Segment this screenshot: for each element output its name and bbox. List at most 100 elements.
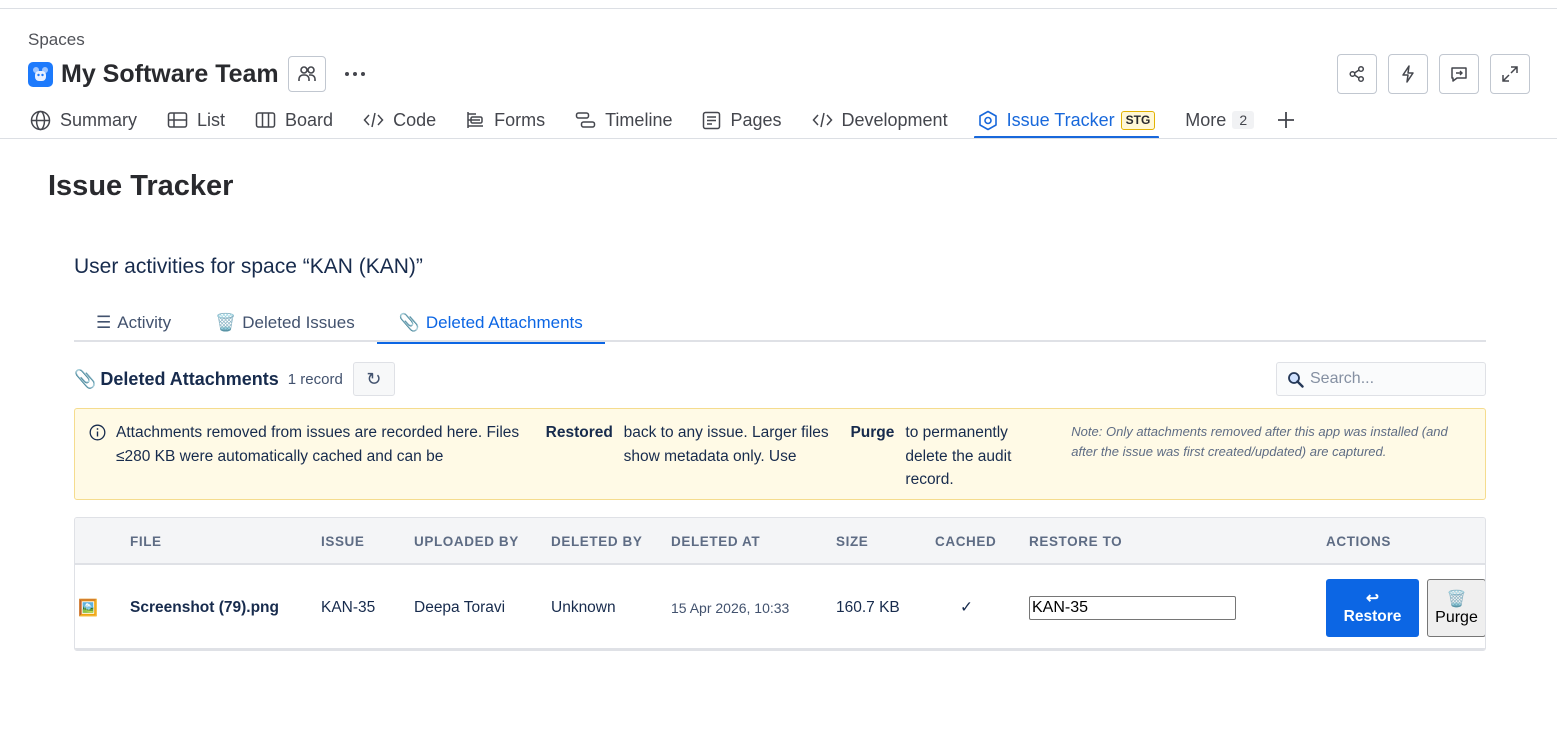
paperclip-icon: 📎 [74,368,97,389]
breadcrumb[interactable]: Spaces [28,30,85,50]
tab-deleted-attachments[interactable]: 📎 Deleted Attachments [376,303,605,344]
space-nav: Summary List Board Code Forms Timeline P… [28,102,1296,139]
section-heading: User activities for space “KAN (KAN)” [74,255,423,278]
uploaded-by: Deepa Toravi [414,598,506,616]
purge-button[interactable]: 🗑️ Purge [1427,578,1485,637]
subtab-label: Deleted Issues [242,312,355,332]
more-actions-button[interactable] [340,59,370,89]
people-icon [297,66,316,81]
pages-icon [703,111,721,129]
tab-label: Summary [60,109,138,130]
attachments-toolbar: 📎 Deleted Attachments 1 record ↻ [74,362,1486,396]
issue-key[interactable]: KAN-35 [321,565,375,650]
refresh-icon: ↻ [366,368,382,389]
list-icon [167,112,188,128]
fullscreen-button[interactable] [1490,54,1530,94]
top-divider [0,8,1557,9]
tab-deleted-issues[interactable]: 🗑️ Deleted Issues [193,303,377,342]
tab-label: List [197,109,226,130]
space-avatar-icon [28,61,53,87]
column-header: FILE [130,534,162,549]
activity-tabs: ☰ Activity 🗑️ Deleted Issues 📎 Deleted A… [74,303,1486,344]
automation-button[interactable] [1388,54,1428,94]
tab-label: More [1185,109,1227,130]
feedback-button[interactable] [1439,54,1479,94]
notice-text: back to any issue. Larger files show met… [623,424,829,465]
tab-board[interactable]: Board [253,102,335,138]
record-count: 1 record [287,370,343,388]
info-icon [89,424,106,441]
purge-label: Purge [1435,608,1478,626]
restore-to-input[interactable] [1029,595,1236,620]
env-badge: STG [1120,110,1156,130]
column-header: DELETED AT [671,534,761,549]
actions-cell: ↩ Restore 🗑️ Purge [1326,565,1485,650]
column-header: RESTORE TO [1029,534,1123,549]
notice-text: Attachments removed from issues are reco… [116,424,520,465]
cached-check-icon: ✓ [960,599,973,616]
forms-icon [467,112,484,128]
image-file-icon: 🖼️ [78,599,98,617]
column-header: DELETED BY [551,534,643,549]
timeline-icon [575,112,596,128]
tab-label: Pages [730,109,782,130]
tab-issue-tracker[interactable]: Issue Tracker STG [973,102,1160,139]
hexagon-icon [978,110,997,130]
tab-label: Board [285,109,334,130]
info-notice: Attachments removed from issues are reco… [74,408,1486,500]
search-icon [1288,371,1304,388]
column-header: ACTIONS [1326,534,1391,549]
table-bottom-border [75,648,1485,650]
tab-forms[interactable]: Forms [464,102,547,138]
code-icon [812,112,833,128]
plus-icon [1278,112,1295,128]
column-header: CACHED [935,534,997,549]
people-button[interactable] [287,56,326,92]
subtab-label: Activity [117,312,172,332]
lightning-icon [1402,65,1414,83]
toolbar-title: 📎 Deleted Attachments [74,369,279,390]
share-button[interactable] [1337,54,1377,94]
share-icon [1349,65,1365,83]
tab-development[interactable]: Development [810,102,950,138]
column-header: ISSUE [321,534,365,549]
tab-label: Issue Tracker [1006,109,1115,130]
notice-restored: Restored [545,424,613,441]
tab-timeline[interactable]: Timeline [573,102,674,138]
tab-activity[interactable]: ☰ Activity [74,303,193,342]
tab-label: Timeline [605,109,673,130]
more-count-badge: 2 [1232,111,1255,129]
board-icon [255,112,276,128]
tab-code[interactable]: Code [361,102,438,138]
notice-note: Note: Only attachments removed after thi… [1071,424,1448,459]
file-size: 160.7 KB [836,598,900,616]
add-tab-button[interactable] [1276,102,1296,138]
search-box[interactable] [1276,362,1486,396]
space-title: My Software Team [61,59,279,88]
globe-icon [30,110,51,130]
menu-icon: ☰ [96,312,112,332]
attachments-table: FILE ISSUE UPLOADED BY DELETED BY DELETE… [74,517,1486,651]
paperclip-icon: 📎 [398,312,420,332]
tab-summary[interactable]: Summary [28,102,139,138]
column-header: SIZE [836,534,869,549]
space-header: My Software Team [28,56,370,92]
restore-button[interactable]: ↩ Restore [1326,578,1419,637]
restore-label: Restore [1343,608,1402,625]
subtab-label: Deleted Attachments [425,312,583,332]
table-row: 🖼️ Screenshot (79).png KAN-35 Deepa Tora… [75,565,1485,650]
column-header: UPLOADED BY [414,534,519,549]
file-name: Screenshot (79).png [130,598,279,616]
deleted-by: Unknown [551,598,616,616]
expand-icon [1502,66,1518,82]
tab-more[interactable]: More 2 [1183,102,1256,138]
deleted-at: 15 Apr 2026, 10:33 [671,599,790,616]
tab-pages[interactable]: Pages [700,102,783,138]
tab-label: Forms [494,109,546,130]
restore-to-cell [1029,565,1236,650]
notice-purge: Purge [850,424,895,441]
search-input[interactable] [1310,370,1470,388]
refresh-button[interactable]: ↻ [352,362,395,396]
tab-list[interactable]: List [165,102,227,138]
tab-label: Code [393,109,437,130]
